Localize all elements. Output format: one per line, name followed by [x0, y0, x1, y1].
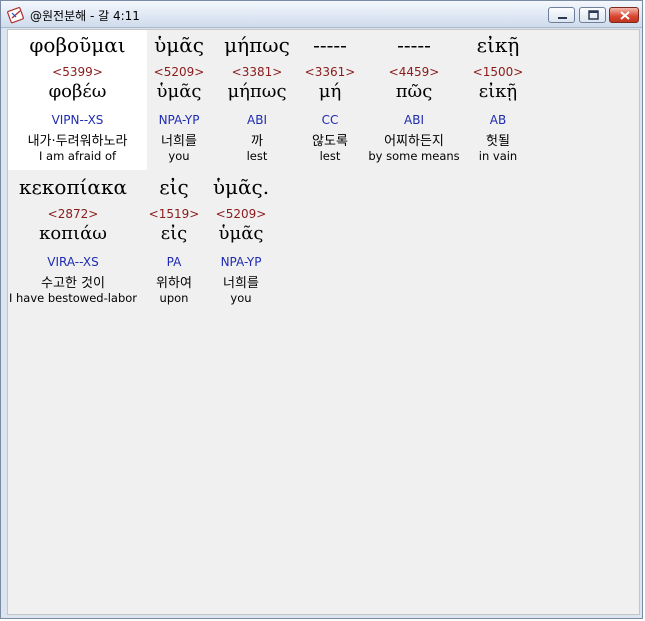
word-cell[interactable]: κεκοπίακα <2872> κοπιάω VIRA--XS 수고한 것이 … — [8, 172, 138, 312]
word-cell[interactable]: ὑμᾶς. <5209> ὑμᾶς NPA-YP 너희를 you — [206, 172, 276, 312]
window-title: @원전분해 - 갈 4:11 — [30, 9, 140, 23]
strong-number[interactable]: <3381> — [215, 65, 299, 79]
interlinear-panel: φοβοῦμαι <5399> φοβέω VIPN--XS 내가·두려워하노라… — [7, 29, 640, 615]
morphology-code[interactable]: PA — [144, 255, 204, 269]
strong-number[interactable]: <2872> — [8, 207, 138, 221]
word-cell[interactable]: φοβοῦμαι <5399> φοβέω VIPN--XS 내가·두려워하노라… — [8, 30, 147, 170]
lemma: κοπιάω — [39, 223, 107, 244]
morphology-code[interactable]: VIRA--XS — [8, 255, 138, 269]
maximize-button[interactable] — [579, 7, 606, 23]
lemma: μή — [318, 81, 342, 102]
korean-gloss: 않도록 — [312, 134, 348, 149]
word-cell[interactable]: ὑμᾶς <5209> ὑμᾶς NPA-YP 너희를 you — [147, 30, 211, 170]
korean-gloss: 까 — [251, 134, 263, 149]
lemma: πῶς — [395, 81, 433, 102]
lemma: εἰκῇ — [478, 81, 518, 102]
korean-gloss: 너희를 — [161, 134, 197, 149]
morphology-code[interactable]: NPA-YP — [147, 113, 211, 127]
greek-word: ὑμᾶς. — [212, 175, 270, 199]
strong-number[interactable]: <3361> — [300, 65, 360, 79]
minimize-button[interactable] — [548, 7, 575, 23]
greek-word: ----- — [397, 33, 431, 57]
morphology-code[interactable]: ABI — [215, 113, 299, 127]
korean-gloss: 어찌하든지 — [384, 134, 444, 149]
korean-gloss: 위하여 — [156, 276, 192, 291]
english-gloss: you — [230, 291, 252, 305]
word-cell[interactable]: εἰκῇ <1500> εἰκῇ AB 헛될 in vain — [468, 30, 528, 170]
word-cell[interactable]: μήπως <3381> μήπως ABI 까 lest — [215, 30, 299, 170]
english-gloss: in vain — [478, 149, 518, 163]
strong-number[interactable]: <5209> — [206, 207, 276, 221]
korean-gloss: 헛될 — [486, 134, 510, 149]
lemma: μήπως — [227, 81, 287, 102]
strong-number[interactable]: <4459> — [364, 65, 464, 79]
app-window: @원전분해 - 갈 4:11 φοβοῦμαι <5399> φοβέω VIP… — [0, 0, 643, 619]
strong-number[interactable]: <5209> — [147, 65, 211, 79]
english-gloss: upon — [159, 291, 189, 305]
strong-number[interactable]: <1519> — [144, 207, 204, 221]
english-gloss: I am afraid of — [38, 149, 117, 163]
greek-word: εἰκῇ — [476, 33, 520, 57]
english-gloss: you — [168, 149, 190, 163]
word-cell[interactable]: ----- <3361> μή CC 않도록 lest — [300, 30, 360, 170]
english-gloss: lest — [319, 149, 341, 163]
greek-word: ----- — [313, 33, 347, 57]
strong-number[interactable]: <1500> — [468, 65, 528, 79]
greek-word: μήπως — [224, 33, 290, 57]
greek-word: κεκοπίακα — [19, 175, 127, 199]
morphology-code[interactable]: VIPN--XS — [8, 113, 147, 127]
word-cell[interactable]: εἰς <1519> εἰς PA 위하여 upon — [144, 172, 204, 312]
title-bar[interactable]: @원전분해 - 갈 4:11 — [1, 1, 642, 28]
close-button[interactable] — [609, 7, 639, 23]
korean-gloss: 내가·두려워하노라 — [27, 134, 128, 149]
morphology-code[interactable]: NPA-YP — [206, 255, 276, 269]
strong-number[interactable]: <5399> — [8, 65, 147, 79]
greek-word: εἰς — [159, 175, 189, 199]
korean-gloss: 너희를 — [223, 276, 259, 291]
lemma: φοβέω — [48, 81, 107, 102]
greek-word: ὑμᾶς — [154, 33, 204, 57]
english-gloss: lest — [246, 149, 268, 163]
lemma: ὑμᾶς — [156, 81, 202, 102]
lemma: ὑμᾶς — [218, 223, 264, 244]
word-cell[interactable]: ----- <4459> πῶς ABI 어찌하든지 by some means — [364, 30, 464, 170]
bible-app-icon[interactable] — [7, 6, 25, 24]
english-gloss: I have bestowed-labor — [8, 291, 138, 305]
morphology-code[interactable]: CC — [300, 113, 360, 127]
morphology-code[interactable]: AB — [468, 113, 528, 127]
greek-word: φοβοῦμαι — [29, 33, 126, 57]
english-gloss: by some means — [368, 149, 460, 163]
korean-gloss: 수고한 것이 — [41, 276, 105, 291]
morphology-code[interactable]: ABI — [364, 113, 464, 127]
lemma: εἰς — [160, 223, 188, 244]
